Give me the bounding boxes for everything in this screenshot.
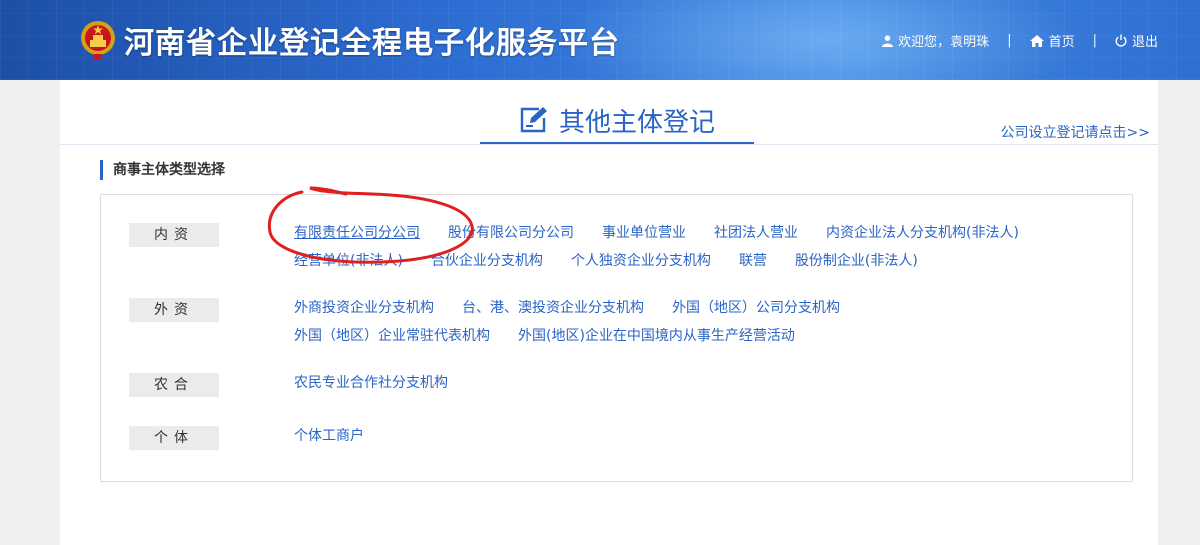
welcome-item: 欢迎您，袁明珠	[882, 31, 989, 50]
link-foreign-representative-office[interactable]: 外国（地区）企业常驻代表机构	[294, 326, 490, 354]
link-line: 农民专业合作社分支机构	[294, 373, 1084, 401]
link-shareholding-enterprise[interactable]: 股份制企业(非法人)	[795, 251, 918, 279]
link-sole-proprietor-branch[interactable]: 个人独资企业分支机构	[571, 251, 711, 279]
category-label: 个体	[129, 426, 219, 450]
category-links: 有限责任公司分公司 股份有限公司分公司 事业单位营业 社团法人营业 内资企业法人…	[294, 223, 1084, 279]
category-label: 外资	[129, 298, 219, 322]
edit-icon	[520, 107, 547, 133]
link-line: 外商投资企业分支机构 台、港、澳投资企业分支机构 外国（地区）公司分支机构	[294, 298, 1084, 326]
home-icon	[1029, 34, 1044, 47]
link-public-institution-business[interactable]: 事业单位营业	[602, 223, 686, 251]
main-panel: 其他主体登记 公司设立登记请点击>> 商事主体类型选择 内资 有限责任公司分公司…	[60, 80, 1158, 545]
link-line: 外国（地区）企业常驻代表机构 外国(地区)企业在中国境内从事生产经营活动	[294, 326, 1084, 354]
category-links: 外商投资企业分支机构 台、港、澳投资企业分支机构 外国（地区）公司分支机构 外国…	[294, 298, 1084, 354]
national-emblem-icon	[81, 21, 115, 59]
link-limited-liability-branch[interactable]: 有限责任公司分公司	[294, 223, 420, 251]
category-links: 农民专业合作社分支机构	[294, 373, 1084, 401]
section-title: 商事主体类型选择	[100, 160, 225, 180]
header-banner: 河南省企业登记全程电子化服务平台 欢迎您，袁明珠 | 首页 | 退出	[0, 0, 1200, 80]
link-farmer-cooperative-branch[interactable]: 农民专业合作社分支机构	[294, 373, 448, 401]
home-label: 首页	[1048, 35, 1075, 50]
home-link[interactable]: 首页	[1029, 31, 1075, 50]
link-domestic-branch[interactable]: 内资企业法人分支机构(非法人)	[826, 223, 1019, 251]
user-icon	[882, 34, 894, 47]
logout-link[interactable]: 退出	[1115, 31, 1158, 50]
link-foreign-company-branch[interactable]: 外国（地区）公司分支机构	[672, 298, 840, 326]
site-title: 河南省企业登记全程电子化服务平台	[124, 26, 620, 61]
link-joint-stock-branch[interactable]: 股份有限公司分公司	[448, 223, 574, 251]
category-label: 农合	[129, 373, 219, 397]
category-links: 个体工商户	[294, 426, 1084, 454]
link-foreign-investment-branch[interactable]: 外商投资企业分支机构	[294, 298, 434, 326]
title-divider	[60, 144, 1158, 145]
welcome-text: 欢迎您，袁明珠	[898, 35, 990, 50]
separator: |	[1007, 33, 1012, 48]
link-partnership-branch[interactable]: 合伙企业分支机构	[431, 251, 543, 279]
link-hk-macao-taiwan-branch[interactable]: 台、港、澳投资企业分支机构	[462, 298, 644, 326]
link-line: 个体工商户	[294, 426, 1084, 454]
separator: |	[1092, 33, 1097, 48]
page-title-text: 其他主体登记	[558, 107, 715, 138]
link-joint-venture[interactable]: 联营	[739, 251, 767, 279]
company-registration-link[interactable]: 公司设立登记请点击>>	[1001, 122, 1150, 142]
power-icon	[1115, 34, 1127, 47]
link-individual-business[interactable]: 个体工商户	[294, 426, 364, 454]
link-foreign-business-activity[interactable]: 外国(地区)企业在中国境内从事生产经营活动	[518, 326, 795, 354]
user-bar: 欢迎您，袁明珠 | 首页 | 退出	[882, 31, 1158, 50]
link-line: 有限责任公司分公司 股份有限公司分公司 事业单位营业 社团法人营业 内资企业法人…	[294, 223, 1084, 251]
link-business-unit[interactable]: 经营单位(非法人)	[294, 251, 403, 279]
page-title: 其他主体登记	[482, 96, 752, 144]
logout-label: 退出	[1131, 35, 1158, 50]
entity-type-box: 内资 有限责任公司分公司 股份有限公司分公司 事业单位营业 社团法人营业 内资企…	[100, 194, 1133, 482]
link-social-org-business[interactable]: 社团法人营业	[714, 223, 798, 251]
category-label: 内资	[129, 223, 219, 247]
link-line: 经营单位(非法人) 合伙企业分支机构 个人独资企业分支机构 联营 股份制企业(非…	[294, 251, 1084, 279]
